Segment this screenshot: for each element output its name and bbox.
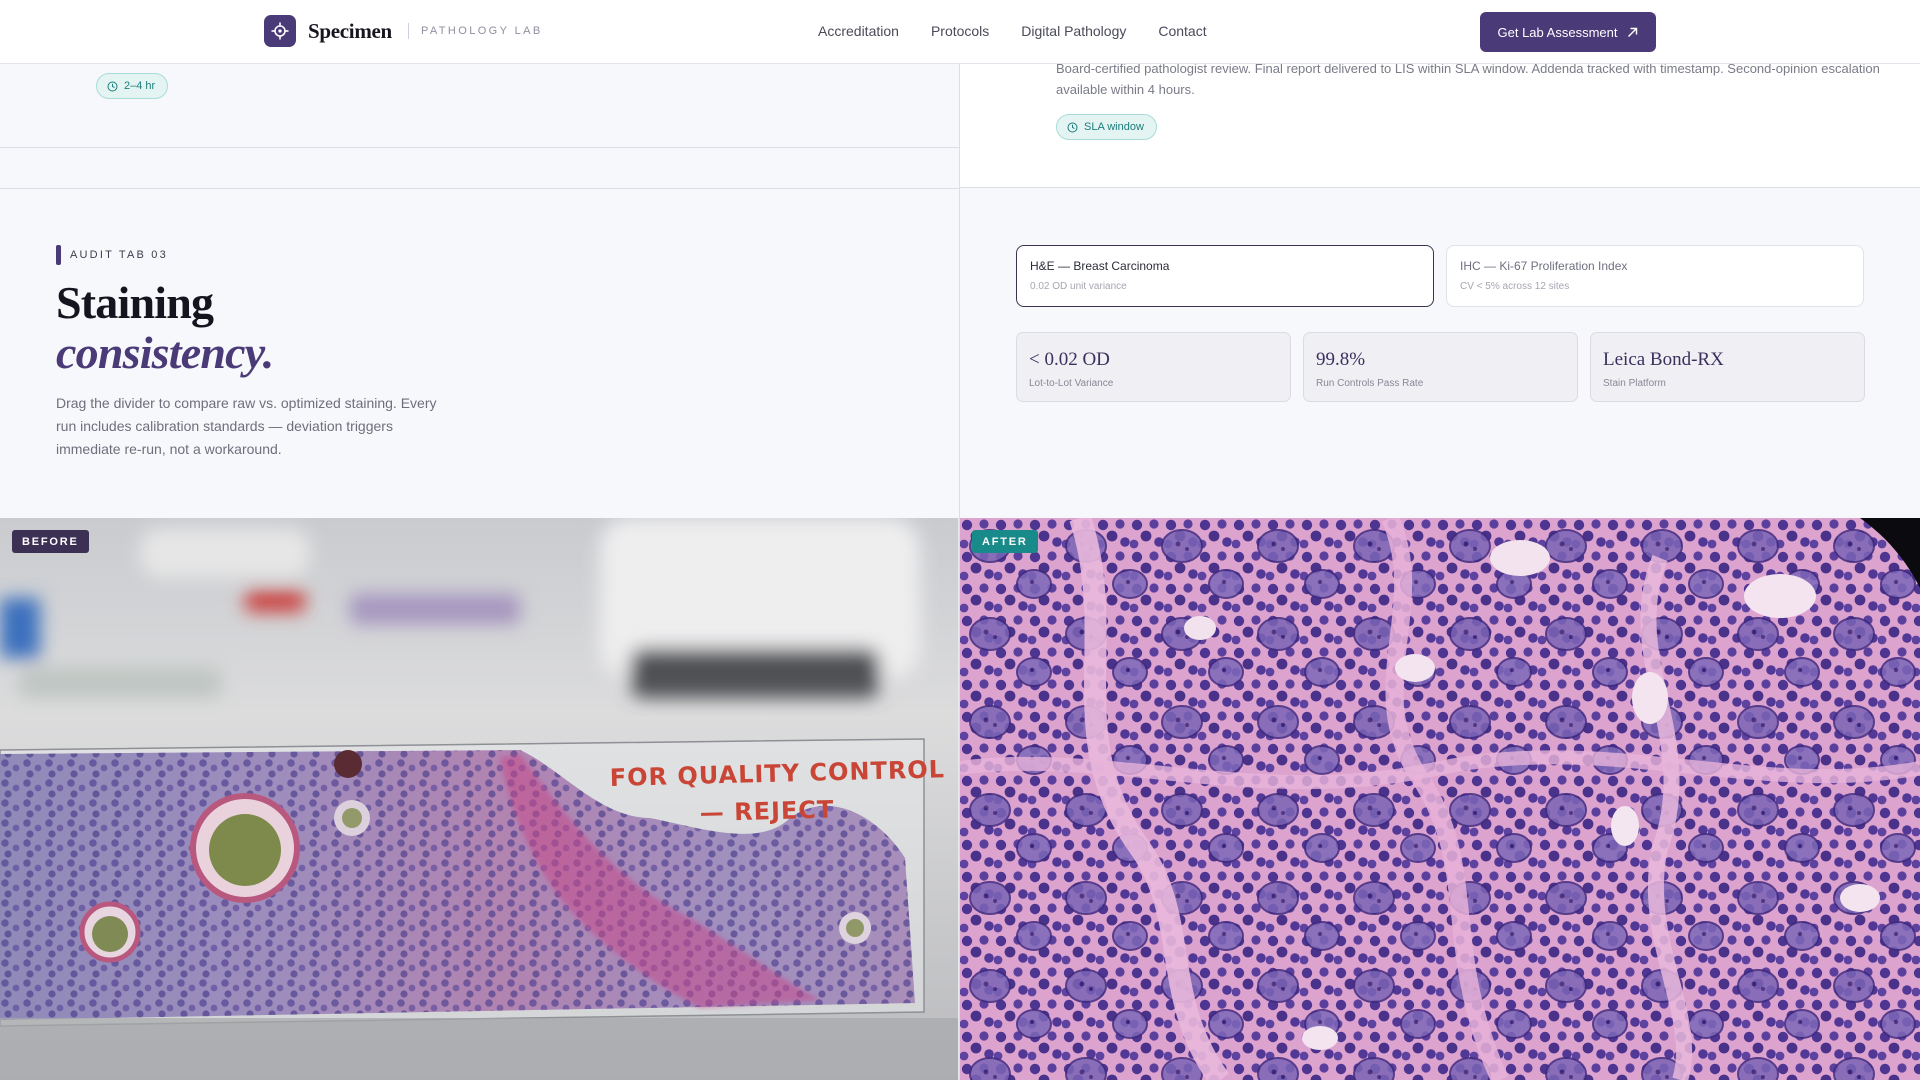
eyebrow-accent <box>56 245 61 265</box>
after-badge: AFTER <box>972 530 1038 553</box>
nav-contact[interactable]: Contact <box>1158 23 1206 39</box>
previous-step-left: 2–4 hr <box>0 64 959 148</box>
nav-accreditation[interactable]: Accreditation <box>818 23 899 39</box>
sla-window-pill: SLA window <box>1056 114 1157 140</box>
previous-step-right: Board-certified pathologist review. Fina… <box>960 61 1920 188</box>
metric-value: < 0.02 OD <box>1029 349 1110 370</box>
tab-he-breast-carcinoma[interactable]: H&E — Breast Carcinoma 0.02 OD unit vari… <box>1016 245 1434 307</box>
tab-subtitle: CV < 5% across 12 sites <box>1460 281 1570 292</box>
metric-value: Leica Bond-RX <box>1603 349 1724 370</box>
before-image: FOR QUALITY CONTROL — REJECT <box>0 518 959 1080</box>
section-title: Staining consistency. <box>56 277 274 378</box>
metric-label: Lot-to-Lot Variance <box>1029 378 1114 389</box>
brand-divider <box>407 23 409 39</box>
tab-title: H&E — Breast Carcinoma <box>1030 259 1170 273</box>
arrow-up-right-icon <box>1627 27 1638 38</box>
slide-note-line-2: — REJECT <box>699 795 834 827</box>
sla-window-label: SLA window <box>1084 121 1144 133</box>
title-line-1: Staining <box>56 277 214 328</box>
tab-ihc-ki67[interactable]: IHC — Ki-67 Proliferation Index CV < 5% … <box>1446 245 1864 307</box>
section-divider <box>0 188 959 189</box>
clock-icon <box>1067 122 1078 133</box>
eyebrow-text: AUDIT TAB 03 <box>70 249 168 261</box>
turnaround-value: 2–4 hr <box>124 80 156 92</box>
nav-protocols[interactable]: Protocols <box>931 23 989 39</box>
after-image <box>960 518 1920 1080</box>
cta-label: Get Lab Assessment <box>1497 24 1618 40</box>
crosshair-logo-icon <box>264 15 296 47</box>
brand-name: Specimen <box>308 18 392 43</box>
metric-value: 99.8% <box>1316 349 1366 370</box>
metric-label: Run Controls Pass Rate <box>1316 378 1424 389</box>
nav-digital-pathology[interactable]: Digital Pathology <box>1021 23 1126 39</box>
metric-label: Stain Platform <box>1603 378 1666 389</box>
staining-comparison[interactable]: FOR QUALITY CONTROL — REJECT BEFORE AFTE… <box>0 518 1920 1080</box>
section-eyebrow: AUDIT TAB 03 <box>56 245 168 265</box>
before-badge: BEFORE <box>12 530 89 553</box>
pathologist-review-text: Board-certified pathologist review. Fina… <box>1056 61 1880 97</box>
metric-lot-variance: < 0.02 OD Lot-to-Lot Variance <box>1016 332 1291 402</box>
tab-subtitle: 0.02 OD unit variance <box>1030 281 1127 292</box>
metric-stain-platform: Leica Bond-RX Stain Platform <box>1590 332 1865 402</box>
main-nav: Accreditation Protocols Digital Patholog… <box>818 23 1239 39</box>
tab-title: IHC — Ki-67 Proliferation Index <box>1460 259 1628 273</box>
get-lab-assessment-button[interactable]: Get Lab Assessment <box>1480 12 1656 52</box>
turnaround-pill: 2–4 hr <box>96 73 169 99</box>
brand[interactable]: Specimen PATHOLOGY LAB <box>264 15 543 47</box>
brand-tagline: PATHOLOGY LAB <box>420 25 543 37</box>
site-header: Specimen PATHOLOGY LAB Accreditation Pro… <box>0 0 1920 64</box>
section-description: Drag the divider to compare raw vs. opti… <box>56 395 437 457</box>
metric-pass-rate: 99.8% Run Controls Pass Rate <box>1303 332 1578 402</box>
title-line-2: consistency. <box>56 327 274 378</box>
column-divider <box>959 64 960 1080</box>
clock-icon <box>107 81 118 92</box>
